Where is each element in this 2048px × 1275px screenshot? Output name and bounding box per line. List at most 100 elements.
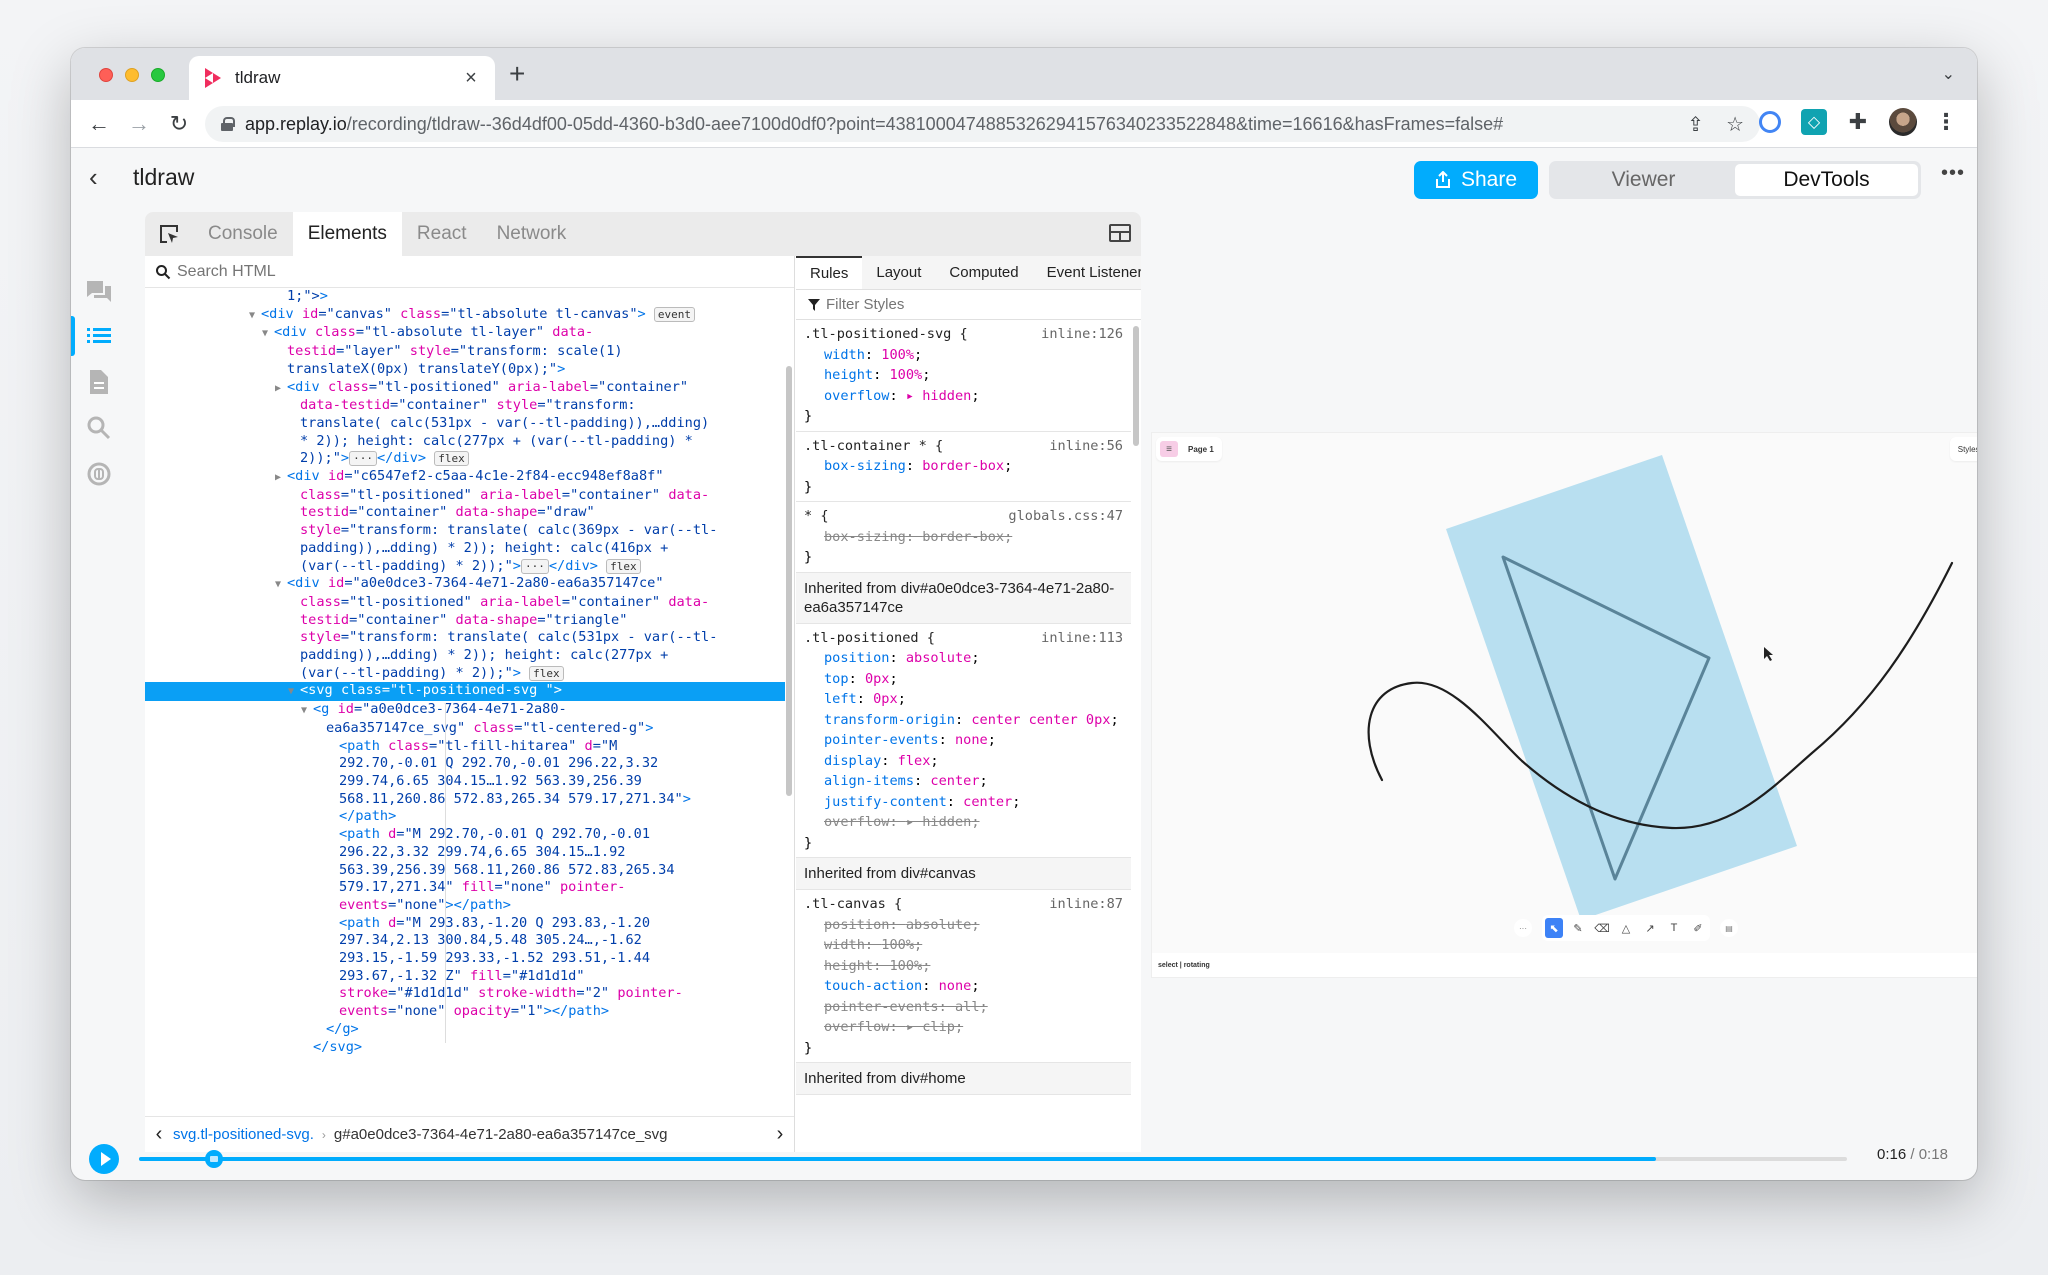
dom-tree-line[interactable]: style="transform: translate( calc(369px … <box>145 522 785 540</box>
dom-tree-line[interactable]: testid="layer" style="transform: scale(1… <box>145 343 785 361</box>
tab-close-icon[interactable]: × <box>461 67 481 90</box>
dom-tree-line[interactable]: 296.22,3.32 299.74,6.65 304.15…1.92 <box>145 844 785 862</box>
share-button[interactable]: Share <box>1414 161 1538 199</box>
rule-source-link[interactable]: globals.css:47 <box>1008 506 1123 527</box>
dom-tree-line[interactable]: class="tl-positioned" aria-label="contai… <box>145 487 785 505</box>
dom-tree-line[interactable]: padding)),…dding) * 2)); height: calc(41… <box>145 540 785 558</box>
css-value[interactable]: 0px <box>873 691 898 707</box>
dom-tree-line[interactable]: ea6a357147ce_svg" class="tl-centered-g"> <box>145 720 785 738</box>
css-value[interactable]: center <box>963 794 1012 810</box>
css-property[interactable]: position <box>824 917 889 933</box>
forward-button[interactable]: → <box>123 108 155 140</box>
search-html-input[interactable] <box>177 262 677 281</box>
css-value[interactable]: none <box>955 732 988 748</box>
dom-tree-line[interactable]: ▼ <g id="a0e0dce3-7364-4e71-2a80- <box>145 701 785 720</box>
css-declaration[interactable]: box-sizing: border-box; <box>804 527 1123 548</box>
more-options-button[interactable]: ••• <box>1941 162 1965 185</box>
tab-console[interactable]: Console <box>193 212 293 256</box>
rule-selector[interactable]: .tl-positioned { <box>804 628 935 649</box>
share-page-icon[interactable]: ⇪ <box>1687 112 1704 137</box>
css-declaration[interactable]: pointer-events: none; <box>804 730 1123 751</box>
css-declaration[interactable]: touch-action: none; <box>804 976 1123 997</box>
element-picker-icon[interactable] <box>145 212 193 256</box>
css-declaration[interactable]: align-items: center; <box>804 771 1123 792</box>
tldraw-canvas[interactable] <box>1152 433 1977 978</box>
bookmark-star-icon[interactable]: ☆ <box>1726 112 1744 137</box>
more-tools-button[interactable]: ··· <box>1514 919 1532 937</box>
css-property[interactable]: width <box>824 347 865 363</box>
dom-tree-line[interactable]: ▼ <div id="canvas" class="tl-absolute tl-… <box>145 306 785 325</box>
css-property[interactable]: justify-content <box>824 794 947 810</box>
profile-avatar[interactable] <box>1889 108 1917 136</box>
play-button[interactable] <box>89 1144 119 1174</box>
css-property[interactable]: height <box>824 958 873 974</box>
dom-tree-line[interactable]: events="none"></path> <box>145 897 785 915</box>
css-value[interactable]: 100% <box>881 937 914 953</box>
css-declaration[interactable]: overflow: ▸ hidden; <box>804 812 1123 833</box>
node-badge[interactable]: event <box>653 306 696 322</box>
comment-marker-icon[interactable] <box>205 1150 224 1168</box>
css-declaration[interactable]: left: 0px; <box>804 689 1123 710</box>
rule-source-link[interactable]: inline:87 <box>1049 894 1123 915</box>
dom-tree-line[interactable]: 297.34,2.13 300.84,5.48 305.24…,-1.62 <box>145 932 785 950</box>
dom-tree-line[interactable]: </svg> <box>145 1039 785 1057</box>
rule-selector[interactable]: .tl-positioned-svg { <box>804 324 968 345</box>
css-property[interactable]: touch-action <box>824 978 922 994</box>
css-value[interactable]: 100% <box>889 958 922 974</box>
devtools-toggle-option[interactable]: DevTools <box>1735 164 1918 196</box>
tab-computed[interactable]: Computed <box>935 256 1032 289</box>
css-value[interactable]: center <box>930 773 979 789</box>
dom-tree-line[interactable]: <path d="M 293.83,-1.20 Q 293.83,-1.20 <box>145 915 785 933</box>
dom-tree-line[interactable]: testid="container" data-shape="draw" <box>145 504 785 522</box>
css-property[interactable]: width <box>824 937 865 953</box>
dom-tree-line[interactable]: ▼ <div id="a0e0dce3-7364-4e71-2a80-ea6a35… <box>145 575 785 594</box>
css-declaration[interactable]: overflow: ▸ hidden; <box>804 386 1123 407</box>
dom-tree-line[interactable]: translateX(0px) translateY(0px);"> <box>145 361 785 379</box>
rule-source-link[interactable]: inline:113 <box>1041 628 1123 649</box>
node-badge[interactable]: flex <box>606 558 641 574</box>
css-property[interactable]: overflow <box>824 1019 889 1035</box>
select-tool-icon[interactable]: ⬉ <box>1545 918 1563 938</box>
dom-tree-line[interactable]: * 2)); height: calc(277px + (var(--tl-pa… <box>145 433 785 451</box>
css-property[interactable]: position <box>824 650 889 666</box>
rule-selector[interactable]: .tl-canvas { <box>804 894 902 915</box>
dom-tree-line[interactable]: translate( calc(531px - var(--tl-padding… <box>145 415 785 433</box>
css-declaration[interactable]: overflow: ▸ clip; <box>804 1017 1123 1038</box>
text-tool-icon[interactable]: T <box>1665 918 1683 938</box>
rule-selector[interactable]: * { <box>804 506 829 527</box>
dom-tree-line[interactable]: testid="container" data-shape="triangle" <box>145 612 785 630</box>
draw-tool-icon[interactable]: ✎ <box>1569 918 1587 938</box>
rule-selector[interactable]: .tl-container * { <box>804 436 943 457</box>
dom-tree-line[interactable]: ▼ <div class="tl-absolute tl-layer" data- <box>145 324 785 343</box>
dom-tree-line[interactable]: class="tl-positioned" aria-label="contai… <box>145 594 785 612</box>
recording-viewer[interactable]: ≡ Page 1 Styles 100% ··· ⬉ ✎ ⌫ △ ↗ T ✐ ▤ selec… <box>1151 432 1977 978</box>
page-menu[interactable]: ≡ Page 1 <box>1156 437 1222 461</box>
dom-tree-line[interactable]: <path d="M 292.70,-0.01 Q 292.70,-0.01 <box>145 826 785 844</box>
css-property[interactable]: align-items <box>824 773 914 789</box>
window-close-button[interactable] <box>99 68 113 82</box>
triangle-tool-icon[interactable]: △ <box>1617 918 1635 938</box>
rules-scrollbar[interactable] <box>1133 326 1139 446</box>
tab-search-chevron-icon[interactable]: ⌄ <box>1942 64 1955 84</box>
dom-tree-line[interactable]: 293.67,-1.32 Z" fill="#1d1d1d" <box>145 968 785 986</box>
css-property[interactable]: overflow <box>824 814 889 830</box>
expand-toggle-icon[interactable]: ▼ <box>249 307 261 325</box>
protocol-icon[interactable] <box>85 460 113 488</box>
diamond-extension-icon[interactable]: ◇ <box>1801 109 1827 135</box>
tab-rules[interactable]: Rules <box>796 256 863 289</box>
search-icon[interactable] <box>85 414 113 442</box>
css-declaration[interactable]: pointer-events: all; <box>804 997 1123 1018</box>
css-declaration[interactable]: position: absolute; <box>804 648 1123 669</box>
css-declaration[interactable]: width: 100%; <box>804 935 1123 956</box>
window-minimize-button[interactable] <box>125 68 139 82</box>
expand-toggle-icon[interactable]: ▶ <box>275 469 287 487</box>
trash-icon[interactable]: ▤ <box>1720 919 1738 937</box>
css-property[interactable]: overflow <box>824 388 889 404</box>
new-tab-button[interactable]: + <box>509 60 525 88</box>
browser-tab[interactable]: tldraw × <box>189 56 495 100</box>
css-value[interactable]: ▸ hidden <box>906 388 971 404</box>
back-button[interactable]: ← <box>83 108 115 140</box>
css-declaration[interactable]: transform-origin: center center 0px; <box>804 710 1123 731</box>
css-declaration[interactable]: height: 100%; <box>804 365 1123 386</box>
tab-react[interactable]: React <box>402 212 482 256</box>
